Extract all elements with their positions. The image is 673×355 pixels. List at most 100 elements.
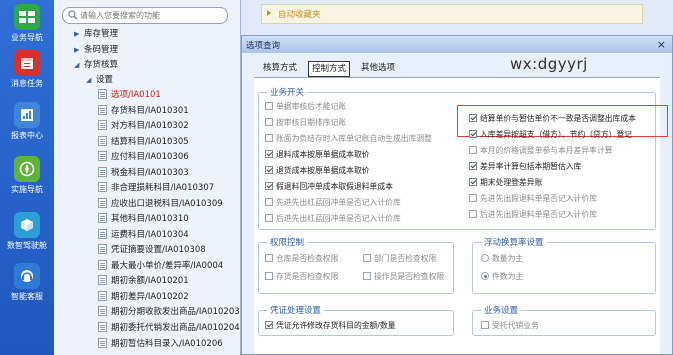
checkbox-label: 单据审核后才能记账 xyxy=(276,102,347,111)
checkbox-warehouse-permission[interactable]: 仓库是否检查权限 xyxy=(265,253,338,265)
tree-item-label: 期初委托代销发出商品/IA010204 xyxy=(111,323,240,333)
checkbox-voucher-modify-amount[interactable]: 凭证允许修改存货科目的金额/数量 xyxy=(265,320,396,332)
checkbox-period-end-variance[interactable]: 期末处理登差异账 xyxy=(469,177,542,189)
tree-folder-settings[interactable]: ◢ 设置 xyxy=(86,73,113,87)
checkbox-icon xyxy=(265,134,273,142)
tree-item[interactable]: 凭证摘要设置/IA010308 xyxy=(98,243,206,257)
group-title: 业务开关 xyxy=(267,86,308,98)
tree-item-label: 税金科目/IA010303 xyxy=(111,168,189,178)
document-icon xyxy=(98,305,107,316)
checkbox-department-permission[interactable]: 部门是否检查权限 xyxy=(363,253,436,265)
checkbox-price-adjust-variance[interactable]: 本月的价格调整单参与本月差异率计算 xyxy=(469,145,613,157)
tree-item[interactable]: 对方科目/IA010302 xyxy=(98,119,189,133)
nav-label: 业务导航 xyxy=(11,33,43,42)
checkbox-return-material-cost[interactable]: 退料成本按原单据成本取价 xyxy=(265,149,370,161)
checkbox-fifo-red-blue[interactable]: 先进先出红蓝回冲单是否记入计价库 xyxy=(265,197,401,209)
checkbox-label: 账面为负结存时入库单记账自动生成出库调整 xyxy=(276,134,432,143)
dialog-title-bar[interactable]: 选项查询 × xyxy=(242,36,672,53)
nav-digital-cockpit[interactable]: 数智驾驶舱 xyxy=(0,212,54,251)
function-search-box[interactable] xyxy=(62,7,228,24)
document-icon xyxy=(98,290,107,301)
group-title: 凭证处理设置 xyxy=(267,304,325,316)
checkbox-label: 差异率计算包括本期暂估入库 xyxy=(480,162,582,171)
checkbox-lifo-fake-return[interactable]: 后进先出假退料单是否记入计价库 xyxy=(469,209,597,221)
checkbox-operator-permission[interactable]: 操作员是否检查权限 xyxy=(363,271,444,283)
tree-folder-inventory-accounting[interactable]: ◢ 存货核算 xyxy=(74,58,118,72)
radio-pieces-primary[interactable]: 件数为主 xyxy=(481,271,523,283)
calendar-icon xyxy=(14,50,40,76)
tree-folder-inventory[interactable]: ▶ 库存管理 xyxy=(74,27,118,41)
checkbox-inventory-permission[interactable]: 存货是否检查权限 xyxy=(265,271,338,283)
tree-item[interactable]: 存货科目/IA010301 xyxy=(98,104,189,118)
tree-item-label: 条码管理 xyxy=(84,45,119,55)
checkbox-audit-before-post[interactable]: 单据审核后才能记账 xyxy=(265,101,346,113)
nav-smart-customer-service[interactable]: 智能客服 xyxy=(0,263,54,302)
tab-accounting-method[interactable]: 核算方式 xyxy=(260,61,300,75)
tree-item[interactable]: 应收出口退税科目/IA010309 xyxy=(98,197,223,211)
checkbox-lifo-red-blue[interactable]: 后进先出红蓝回冲单是否记入计价库 xyxy=(265,213,401,225)
document-icon xyxy=(98,212,107,223)
tree-item[interactable]: 应付科目/IA010306 xyxy=(98,150,189,164)
collapse-arrow-icon: ◢ xyxy=(86,76,92,84)
search-input[interactable] xyxy=(80,9,220,21)
tree-item[interactable]: 非合理损耗科目/IA010307 xyxy=(98,181,214,195)
tree-item[interactable]: 税金科目/IA010303 xyxy=(98,166,189,180)
tree-item[interactable]: 期初差异/IA010202 xyxy=(98,290,189,304)
checkbox-label: 先进先出假退料单是否记入计价库 xyxy=(480,194,597,203)
checkbox-label: 入库差异按超支（借方）、节约（贷方）登记 xyxy=(480,130,633,139)
tab-other-options[interactable]: 其他选项 xyxy=(358,61,398,75)
triangle-right-icon xyxy=(267,10,274,16)
tab-control-method[interactable]: 控制方式 xyxy=(308,61,351,77)
options-query-dialog: 选项查询 × wx:dgyyrj 核算方式 控制方式 其他选项 业务开关 单据审… xyxy=(241,35,673,355)
nav-label: 智能客服 xyxy=(11,292,43,301)
checkbox-adjust-outbound-cost[interactable]: 结算单价与暂估单价不一致是否调整出库成本 xyxy=(469,113,636,125)
radio-quantity-primary[interactable]: 数量为主 xyxy=(481,253,523,265)
checkbox-negative-balance-adjust[interactable]: 账面为负结存时入库单记账自动生成出库调整 xyxy=(265,133,432,145)
nav-report-center[interactable]: 报表中心 xyxy=(0,102,54,141)
checkbox-icon xyxy=(265,198,273,206)
radio-label: 件数为主 xyxy=(492,272,524,281)
checkbox-fake-return-cost[interactable]: 假退料回冲单成本取假退料单成本 xyxy=(265,181,393,193)
nav-label: 实施导航 xyxy=(11,185,43,194)
checkbox-return-goods-cost[interactable]: 退货成本按原单据成本取价 xyxy=(265,165,370,177)
function-tree-panel: ▶ 库存管理 ▶ 条码管理 ◢ 存货核算 ◢ 设置 选项/IA0101 存货科目/IA0… xyxy=(54,0,241,355)
nav-message-task[interactable]: 消息任务 xyxy=(0,50,54,89)
group-floating-exchange-rate: 浮动换算率设置 数量为主 件数为主 xyxy=(472,236,656,294)
tree-item-label: 应付科目/IA010306 xyxy=(111,152,189,162)
checkbox-label: 凭证允许修改存货科目的金额/数量 xyxy=(276,321,396,330)
checkbox-variance-include-estimate[interactable]: 差异率计算包括本期暂估入库 xyxy=(469,161,581,173)
nav-implementation-navigation[interactable]: 实施导航 xyxy=(0,156,54,195)
search-icon xyxy=(68,10,78,23)
checkbox-sort-by-audit-date[interactable]: 按审核日期排序记账 xyxy=(265,117,346,129)
tree-item[interactable]: 结算科目/IA010305 xyxy=(98,135,189,149)
favorites-bar[interactable]: 自动收藏夹 xyxy=(261,4,643,24)
tree-item[interactable]: 期初暂估科目录入/IA010206 xyxy=(98,337,223,351)
nav-business-navigation[interactable]: 业务导航 xyxy=(0,4,54,43)
tree-item-label: 结算科目/IA010305 xyxy=(111,137,189,147)
checkbox-icon xyxy=(481,321,489,329)
tree-item[interactable]: 最大最小单价/差异率/IA0004 xyxy=(98,259,223,273)
checkbox-fifo-fake-return[interactable]: 先进先出假退料单是否记入计价库 xyxy=(469,193,597,205)
checkbox-label: 本月的价格调整单参与本月差异率计算 xyxy=(480,146,613,155)
tree-item-options[interactable]: 选项/IA0101 xyxy=(98,88,161,102)
tree-item[interactable]: 期初余额/IA010201 xyxy=(98,274,189,288)
watermark-text: wx:dgyyrj xyxy=(510,55,588,73)
checkbox-label: 假退料回冲单成本取假退料单成本 xyxy=(276,182,393,191)
tree-item[interactable]: 运费科目/IA010304 xyxy=(98,228,189,242)
checkbox-icon xyxy=(265,272,273,280)
document-icon xyxy=(98,197,107,208)
compass-icon xyxy=(14,156,40,182)
nav-label: 消息任务 xyxy=(11,79,43,88)
tree-item[interactable]: 其他科目/IA010310 xyxy=(98,212,189,226)
tree-folder-barcode[interactable]: ▶ 条码管理 xyxy=(74,43,118,57)
tree-item[interactable]: 期初委托代销发出商品/IA010204 xyxy=(98,321,240,335)
checkbox-label: 后进先出假退料单是否记入计价库 xyxy=(480,210,597,219)
tree-item[interactable]: 期初分期收款发出商品/IA010203 xyxy=(98,305,240,319)
document-icon xyxy=(98,243,107,254)
close-icon[interactable]: × xyxy=(657,38,666,51)
tree-item-label: 期初差异/IA010202 xyxy=(111,292,189,302)
document-icon xyxy=(98,228,107,239)
document-icon xyxy=(98,181,107,192)
checkbox-consignment-business[interactable]: 受托代销业务 xyxy=(481,320,539,332)
checkbox-inbound-variance[interactable]: 入库差异按超支（借方）、节约（贷方）登记 xyxy=(469,129,632,141)
